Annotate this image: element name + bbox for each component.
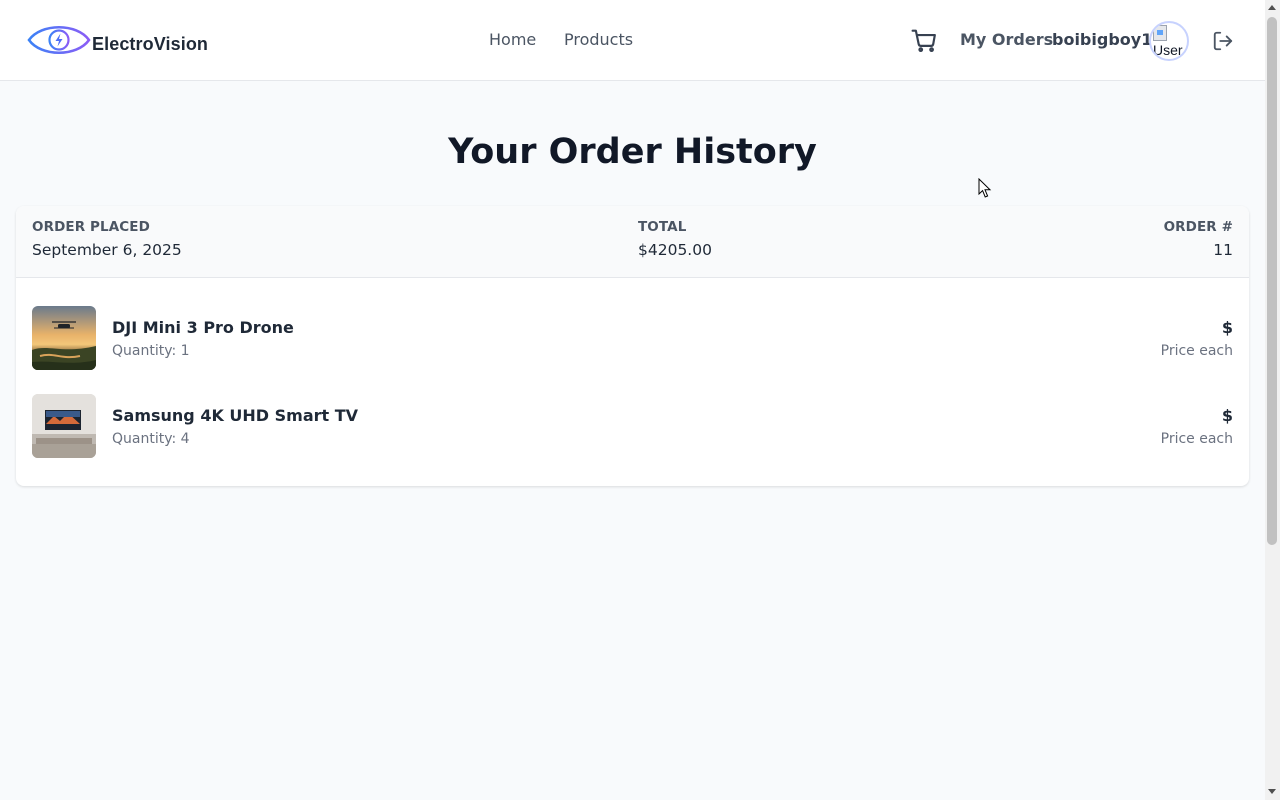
avatar-alt-text: User (1153, 42, 1183, 58)
order-placed-label: ORDER PLACED (32, 219, 150, 235)
brand-name: ElectroVision (92, 33, 209, 54)
item-price: $ (1221, 318, 1233, 337)
nav-home-link[interactable]: Home (489, 30, 536, 50)
order-item: Samsung 4K UHD Smart TV Quantity: 4 $ Pr… (32, 394, 1233, 458)
page-title: Your Order History (448, 132, 817, 172)
logout-button[interactable] (1212, 30, 1234, 52)
shopping-cart-icon (911, 29, 936, 53)
brand-logo-link[interactable]: ElectroVision (27, 19, 208, 61)
order-total-label: TOTAL (638, 219, 687, 235)
order-card: ORDER PLACED September 6, 2025 TOTAL $42… (16, 206, 1249, 486)
vertical-scrollbar[interactable] (1265, 0, 1280, 800)
item-quantity: Quantity: 4 (112, 431, 190, 447)
drone-product-image (32, 306, 96, 370)
nav-products-link[interactable]: Products (564, 30, 633, 50)
item-quantity: Quantity: 1 (112, 343, 190, 359)
scrollbar-thumb[interactable] (1267, 17, 1277, 545)
page: ElectroVision Home Products My Orders bo… (0, 0, 1265, 800)
mouse-cursor-icon (978, 178, 992, 198)
scroll-down-arrow-icon[interactable] (1268, 789, 1276, 794)
item-name: Samsung 4K UHD Smart TV (112, 406, 359, 425)
order-item: DJI Mini 3 Pro Drone Quantity: 1 $ Price… (32, 306, 1233, 370)
item-price-note: Price each (1160, 431, 1233, 447)
order-total-value: $4205.00 (638, 241, 712, 259)
scroll-up-arrow-icon[interactable] (1268, 5, 1276, 10)
item-price-note: Price each (1160, 343, 1233, 359)
top-navbar: ElectroVision Home Products My Orders bo… (0, 0, 1265, 81)
item-name: DJI Mini 3 Pro Drone (112, 318, 294, 337)
order-number-label: ORDER # (1163, 219, 1233, 235)
broken-image-icon (1153, 25, 1167, 41)
user-avatar[interactable]: User (1149, 21, 1189, 61)
my-orders-link[interactable]: My Orders (960, 30, 1053, 50)
order-summary-header: ORDER PLACED September 6, 2025 TOTAL $42… (16, 206, 1249, 278)
logout-icon (1213, 31, 1233, 51)
eye-lightning-logo-icon (27, 26, 91, 54)
tv-product-image (32, 394, 96, 458)
username-label: boibigboy1 (1052, 30, 1153, 49)
order-number-value: 11 (1213, 241, 1233, 259)
item-price: $ (1221, 406, 1233, 425)
cart-button[interactable] (911, 28, 937, 54)
order-placed-date: September 6, 2025 (32, 241, 182, 259)
